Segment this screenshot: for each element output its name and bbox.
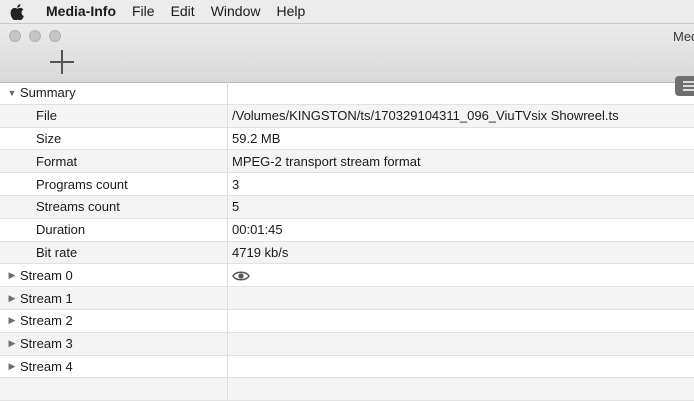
zoom-window-button[interactable] — [49, 30, 61, 42]
row-key: Duration — [36, 222, 86, 238]
disclosure-closed-icon[interactable]: ▶ — [6, 361, 18, 372]
summary-label: Summary — [20, 85, 76, 101]
disclosure-closed-icon[interactable]: ▶ — [6, 293, 18, 304]
row-value: 5 — [232, 199, 240, 215]
summary-row[interactable]: ▼ Summary — [0, 82, 694, 105]
table-row[interactable]: Bit rate 4719 kb/s — [0, 241, 694, 265]
table-row[interactable]: Duration 00:01:45 — [0, 218, 694, 242]
row-value: 00:01:45 — [232, 222, 283, 238]
minimize-window-button[interactable] — [29, 30, 41, 42]
stream-row[interactable]: ▶ Stream 2 — [0, 309, 694, 333]
stream-label: Stream 4 — [20, 358, 73, 374]
table-row[interactable]: Size 59.2 MB — [0, 127, 694, 151]
stream-row[interactable]: ▶ Stream 1 — [0, 287, 694, 310]
table-row[interactable]: Programs count 3 — [0, 173, 694, 196]
menu-file[interactable]: File — [124, 0, 163, 23]
info-table: ▼ Summary File /Volumes/KINGSTON/ts/17032… — [0, 82, 694, 401]
stream-label: Stream 2 — [20, 313, 73, 329]
stream-row[interactable]: ▶ Stream 0 — [0, 264, 694, 288]
table-row[interactable]: Streams count 5 — [0, 195, 694, 219]
menu-bar: Media-Info File Edit Window Help — [0, 0, 694, 24]
disclosure-closed-icon[interactable]: ▶ — [6, 315, 18, 326]
table-row[interactable]: File /Volumes/KINGSTON/ts/170329104311_0… — [0, 104, 694, 128]
row-value: 3 — [232, 176, 240, 192]
row-key: File — [36, 108, 57, 124]
plus-icon[interactable] — [47, 48, 77, 78]
row-key: Size — [36, 130, 62, 146]
app-menu[interactable]: Media-Info — [34, 0, 124, 23]
stream-label: Stream 3 — [20, 336, 73, 352]
menu-help[interactable]: Help — [268, 0, 313, 23]
row-value: MPEG-2 transport stream format — [232, 153, 421, 169]
menu-edit[interactable]: Edit — [163, 0, 203, 23]
row-value: 4719 kb/s — [232, 244, 289, 260]
disclosure-closed-icon[interactable]: ▶ — [6, 270, 18, 281]
row-value: /Volumes/KINGSTON/ts/170329104311_096_Vi… — [232, 108, 619, 124]
disclosure-open-icon[interactable]: ▼ — [6, 88, 18, 98]
stream-row[interactable]: ▶ Stream 4 — [0, 355, 694, 379]
row-key: Bit rate — [36, 244, 78, 260]
stream-label: Stream 0 — [20, 267, 73, 283]
table-row[interactable]: Format MPEG-2 transport stream format — [0, 150, 694, 174]
row-key: Programs count — [36, 176, 128, 192]
window-toolbar: Med — [0, 24, 694, 96]
stream-row[interactable]: ▶ Stream 3 — [0, 332, 694, 356]
stream-label: Stream 1 — [20, 290, 73, 306]
window-title: Med — [673, 29, 694, 44]
close-window-button[interactable] — [9, 30, 21, 42]
disclosure-closed-icon[interactable]: ▶ — [6, 338, 18, 349]
window-controls — [9, 30, 61, 42]
apple-icon[interactable] — [0, 3, 34, 20]
row-value: 59.2 MB — [232, 130, 281, 146]
row-key: Format — [36, 153, 78, 169]
menu-window[interactable]: Window — [203, 0, 269, 23]
row-key: Streams count — [36, 199, 120, 215]
eye-icon[interactable] — [232, 270, 250, 282]
